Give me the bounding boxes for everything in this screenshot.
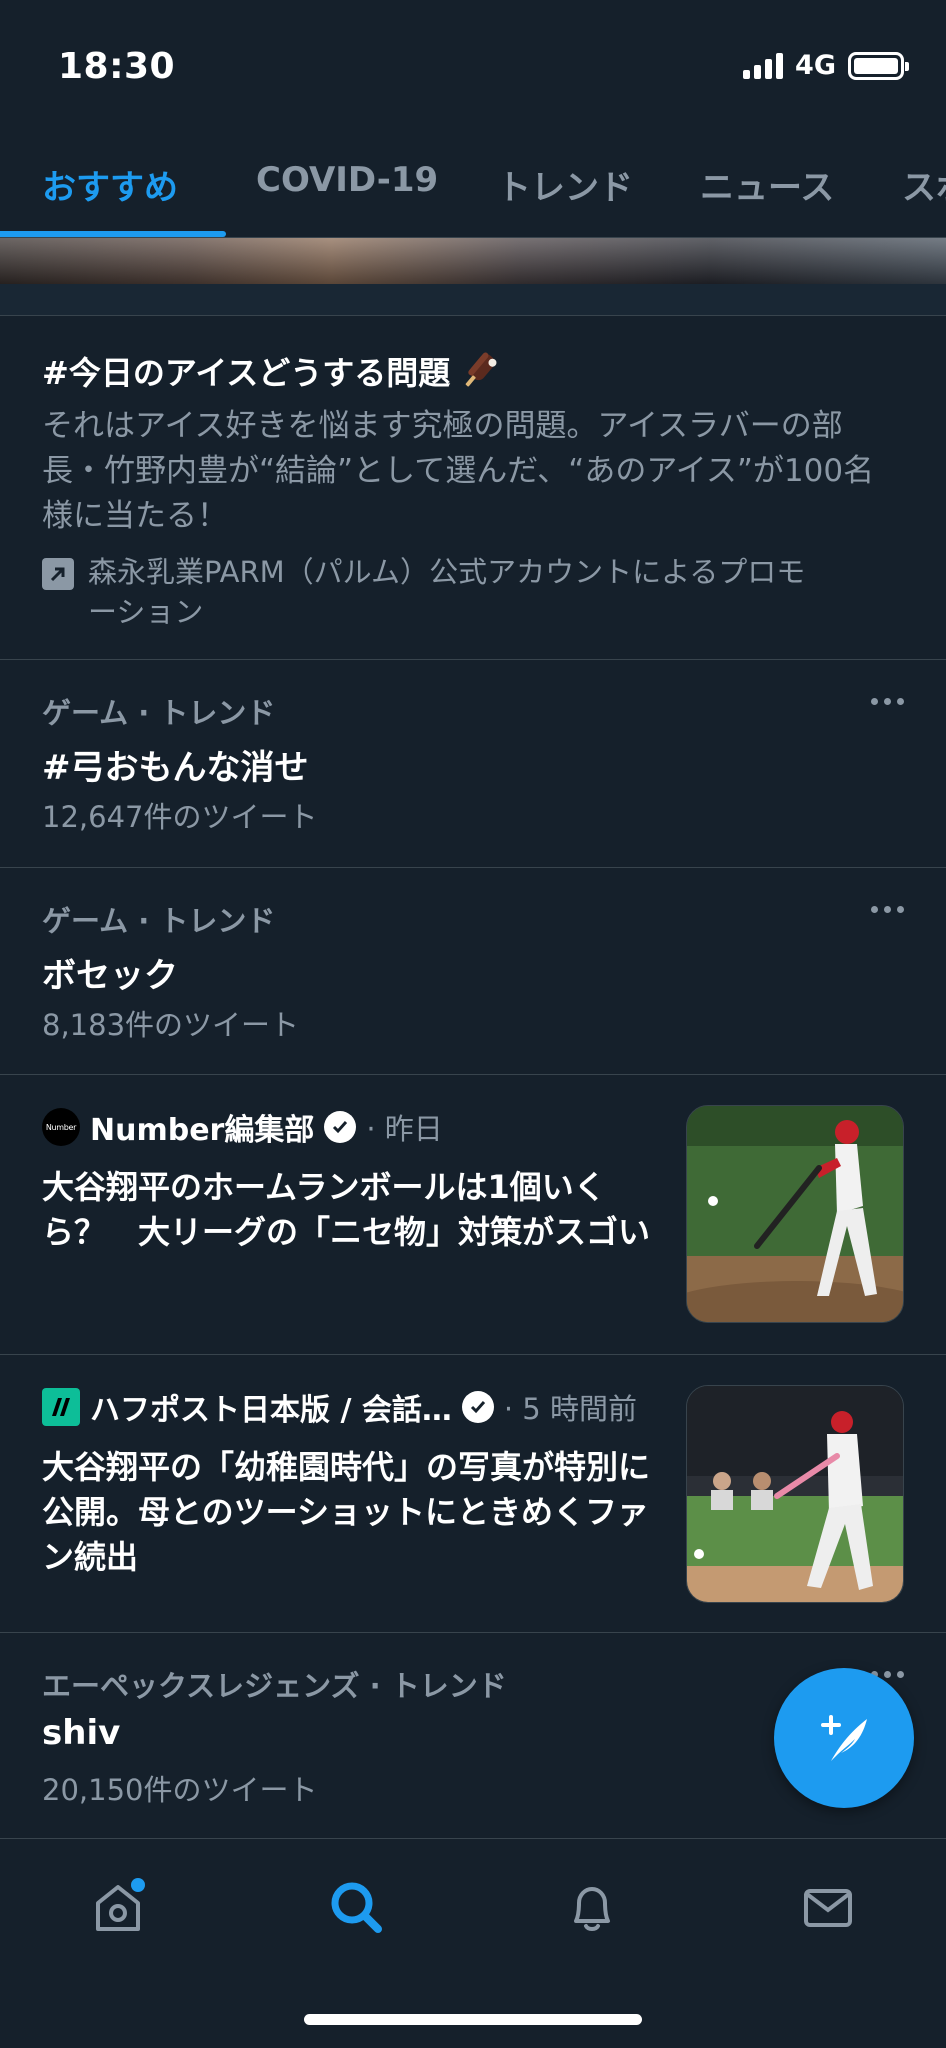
home-indicator[interactable] (304, 2014, 642, 2025)
section-divider (0, 284, 946, 316)
news-thumbnail[interactable] (686, 1105, 904, 1323)
trend-title: ボセック (42, 956, 178, 996)
promoted-by-text: 森永乳業PARM（パルム）公式アカウントによるプロモーション (88, 555, 806, 629)
tab-sports[interactable]: スポ (902, 160, 946, 209)
news-item[interactable]: Number Number編集部 · 昨日 大谷翔平のホームランボールは1個いく… (0, 1075, 946, 1355)
compose-icon (821, 1715, 867, 1761)
news-source-row: Number Number編集部 · 昨日 (42, 1105, 443, 1149)
network-type: 4G (795, 50, 836, 81)
status-icons: 4G (743, 50, 909, 81)
tab-recommended[interactable]: おすすめ (42, 160, 178, 209)
nav-messages[interactable] (798, 1877, 858, 1937)
home-icon (96, 1878, 145, 1931)
news-headline: 大谷翔平のホームランボールは1個いくら？ 大リーグの「ニセ物」対策がスゴい (42, 1168, 651, 1251)
status-time: 18:30 (58, 46, 176, 87)
mail-icon (804, 1889, 852, 1927)
ice-cream-icon (465, 352, 497, 387)
nav-home[interactable] (88, 1877, 148, 1937)
tab-news[interactable]: ニュース (700, 160, 834, 209)
promo-title: #今日のアイスどうする問題 (42, 354, 451, 392)
news-time: · 5 時間前 (503, 1392, 637, 1426)
trend-tweet-count: 12,647件のツイート (42, 800, 318, 834)
trend-item[interactable]: ゲーム · トレンド ボセック 8,183件のツイート (0, 868, 946, 1075)
compose-tweet-button[interactable] (774, 1668, 914, 1808)
nav-notifications[interactable] (562, 1877, 622, 1937)
nav-search[interactable] (326, 1877, 386, 1937)
news-thumbnail[interactable] (686, 1385, 904, 1603)
promoted-icon (42, 558, 74, 590)
promo-description: それはアイス好きを悩ます究極の問題。アイスラバーの部長・竹野内豊が“結論”として… (42, 408, 875, 534)
search-icon (331, 1882, 382, 1933)
news-item[interactable]: ハフポスト日本版 / 会話… · 5 時間前 大谷翔平の「幼稚園時代」の写真が特… (0, 1355, 946, 1633)
hero-image[interactable] (0, 238, 946, 284)
news-time: · 昨日 (366, 1112, 443, 1146)
more-options-icon[interactable] (871, 906, 904, 913)
bell-icon (574, 1887, 610, 1931)
verified-badge-icon (461, 1391, 494, 1423)
trend-tweet-count: 8,183件のツイート (42, 1008, 300, 1042)
promoted-trend[interactable]: #今日のアイスどうする問題 それはアイス好きを悩ます究極の問題。アイスラバーの部… (0, 316, 946, 660)
source-name: Number編集部 (90, 1113, 315, 1148)
source-avatar: Number (42, 1108, 80, 1146)
news-source-row: ハフポスト日本版 / 会話… · 5 時間前 (42, 1385, 637, 1429)
explore-tabs: おすすめ COVID-19 トレンド ニュース スポ (0, 130, 946, 238)
promo-title-row: #今日のアイスどうする問題 (42, 348, 502, 394)
tab-active-indicator (0, 231, 226, 237)
status-bar: 18:30 4G (0, 0, 946, 130)
news-headline: 大谷翔平の「幼稚園時代」の写真が特別に公開。母とのツーショットにときめくファン続… (42, 1448, 651, 1576)
source-name: ハフポスト日本版 / 会話… (90, 1393, 452, 1428)
cellular-signal-icon (743, 52, 784, 79)
tab-covid[interactable]: COVID-19 (256, 160, 438, 200)
battery-icon (848, 51, 909, 80)
trend-item[interactable]: ゲーム · トレンド #弓おもんな消せ 12,647件のツイート (0, 660, 946, 868)
more-options-icon[interactable] (871, 698, 904, 705)
verified-badge-icon (324, 1111, 357, 1143)
trend-title: #弓おもんな消せ (42, 748, 309, 788)
source-avatar (42, 1388, 80, 1426)
trend-title: shiv (42, 1713, 121, 1753)
tab-trends[interactable]: トレンド (497, 160, 633, 209)
trend-category: エーペックスレジェンズ · トレンド (42, 1669, 507, 1703)
promoted-by: 森永乳業PARM（パルム）公式アカウントによるプロモーション (42, 552, 808, 632)
trend-category: ゲーム · トレンド (42, 696, 276, 730)
trend-category: ゲーム · トレンド (42, 904, 276, 938)
trend-tweet-count: 20,150件のツイート (42, 1773, 318, 1807)
